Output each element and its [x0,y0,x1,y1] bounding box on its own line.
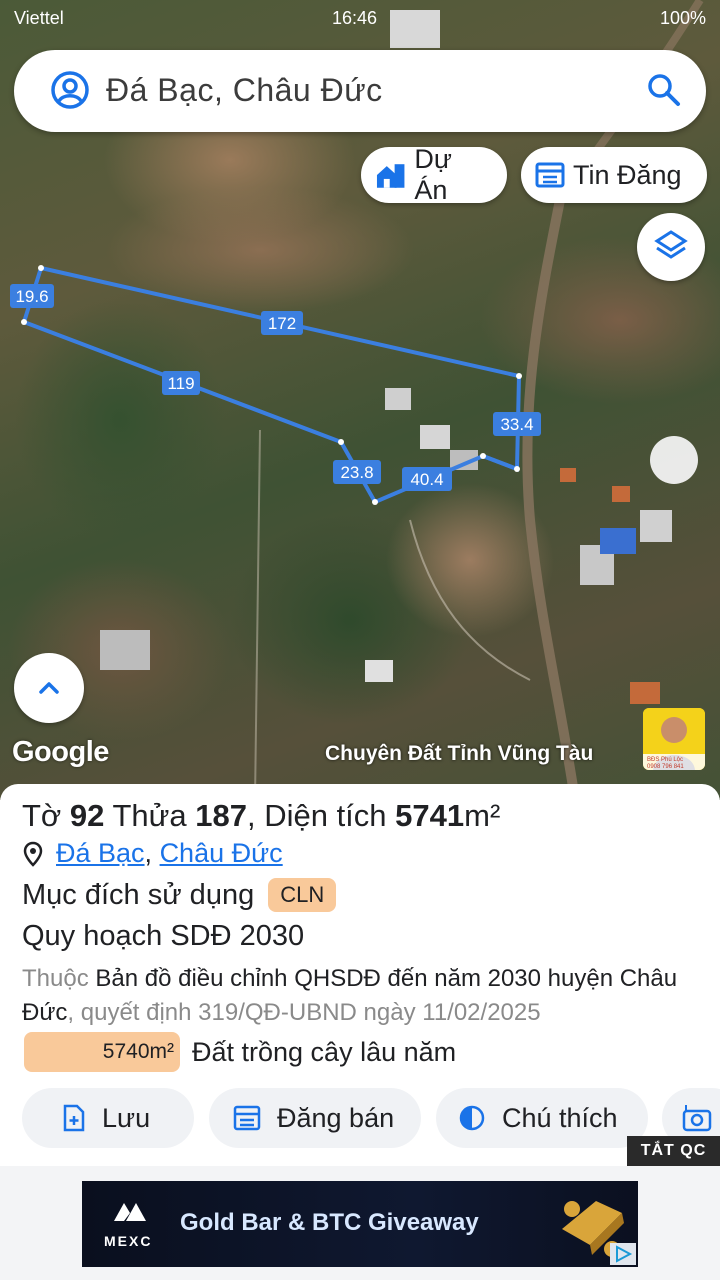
expand-up-button[interactable] [14,653,84,723]
map-control-dot[interactable] [650,436,698,484]
layers-button[interactable] [637,213,705,281]
projects-chip-label: Dự Án [414,144,452,205]
measure-label: 172 [268,314,296,333]
google-logo: Google [12,736,109,768]
land-use-badge: CLN [268,878,337,912]
area-label: , Diện tích [246,798,387,833]
carrier-label: Viettel [14,8,64,28]
parcel-number: 187 [195,798,247,833]
building-icon [376,164,405,188]
measure-label: 40.4 [410,470,443,489]
contrast-icon [459,1105,485,1131]
measure-label: 19.6 [15,287,48,306]
listing-icon [233,1105,261,1131]
parcel-title: Tờ 92 Thửa 187, Diện tích 5741m² [22,798,500,834]
parcel-label: Thửa [112,798,187,833]
save-button-label: Lưu [102,1102,151,1133]
land-type-area: 5740m² [24,1032,180,1072]
clock: 16:46 [332,8,378,28]
chevron-up-icon [39,682,59,694]
ad-headline: Gold Bar & BTC Giveaway [180,1209,479,1236]
listing-icon [535,162,565,188]
ad-banner[interactable]: MEXC Gold Bar & BTC Giveaway [82,1181,638,1267]
search-query[interactable]: Đá Bạc, Châu Đức [106,72,383,109]
location-separator: , [144,838,160,868]
camera-icon [682,1105,712,1132]
listings-chip-label: Tin Đăng [573,159,682,190]
close-ad-button[interactable]: TẮT QC [627,1136,720,1166]
land-type-label: Đất trồng cây lâu năm [192,1036,457,1067]
measure-label: 33.4 [500,415,533,434]
add-file-icon [63,1104,85,1132]
desc-prefix: Thuộc [22,965,89,992]
post-sale-label: Đăng bán [277,1102,395,1133]
post-sale-button[interactable]: Đăng bán [209,1088,421,1148]
save-button[interactable]: Lưu [22,1088,194,1148]
location-pin-icon [23,841,43,867]
area-unit: m² [464,798,501,833]
legend-button[interactable]: Chú thích [436,1088,648,1148]
battery-level: 100% [659,8,706,28]
search-icon[interactable] [646,72,682,108]
map-credit: Chuyên Đất Tỉnh Vũng Tàu [325,742,594,765]
map-view[interactable]: 19.6 172 119 33.4 23.8 40.4 Viettel 16:4… [0,0,720,800]
projects-chip[interactable]: Dự Án [361,144,507,205]
land-use-purpose: Mục đích sử dụng CLN [22,878,337,912]
account-icon[interactable] [50,70,90,110]
avatar[interactable]: BĐS Phú Lộc 0908 796 841 [643,708,705,770]
parcel-info-sheet: Tờ 92 Thửa 187, Diện tích 5741m² Đá Bạc … [0,784,720,1170]
mexc-logo-icon [114,1203,146,1221]
purpose-label: Mục đích sử dụng [22,878,255,911]
ad-choices-icon[interactable] [610,1243,636,1265]
legend-label: Chú thích [502,1102,618,1133]
ad-brand: MEXC [104,1233,153,1249]
parcel-location: Đá Bạc , Châu Đức [22,838,283,869]
avatar-caption: BĐS Phú Lộc [647,757,683,763]
desc-suffix: , quyết định 319/QĐ-UBND ngày 11/02/2025 [67,999,541,1026]
measure-label: 119 [167,374,194,393]
location-link-commune[interactable]: Đá Bạc [56,838,145,869]
listings-chip[interactable]: Tin Đăng [521,147,707,203]
search-bar[interactable]: Đá Bạc, Châu Đức [14,50,706,132]
area-value: 5741 [395,798,465,833]
avatar-phone: 0908 796 841 [647,764,684,770]
location-link-district[interactable]: Châu Đức [160,838,283,869]
sheet-label: Tờ [22,798,62,833]
plan-title: Quy hoạch SDĐ 2030 [22,920,305,952]
sheet-number: 92 [69,798,105,833]
status-bar: Viettel 16:46 100% [0,0,720,36]
layers-icon [654,230,688,259]
measure-label: 23.8 [340,463,373,482]
land-type-row: 5740m² Đất trồng cây lâu năm [24,1032,456,1072]
plan-description: Thuộc Bản đồ điều chỉnh QHSDĐ đến năm 20… [22,962,702,1030]
